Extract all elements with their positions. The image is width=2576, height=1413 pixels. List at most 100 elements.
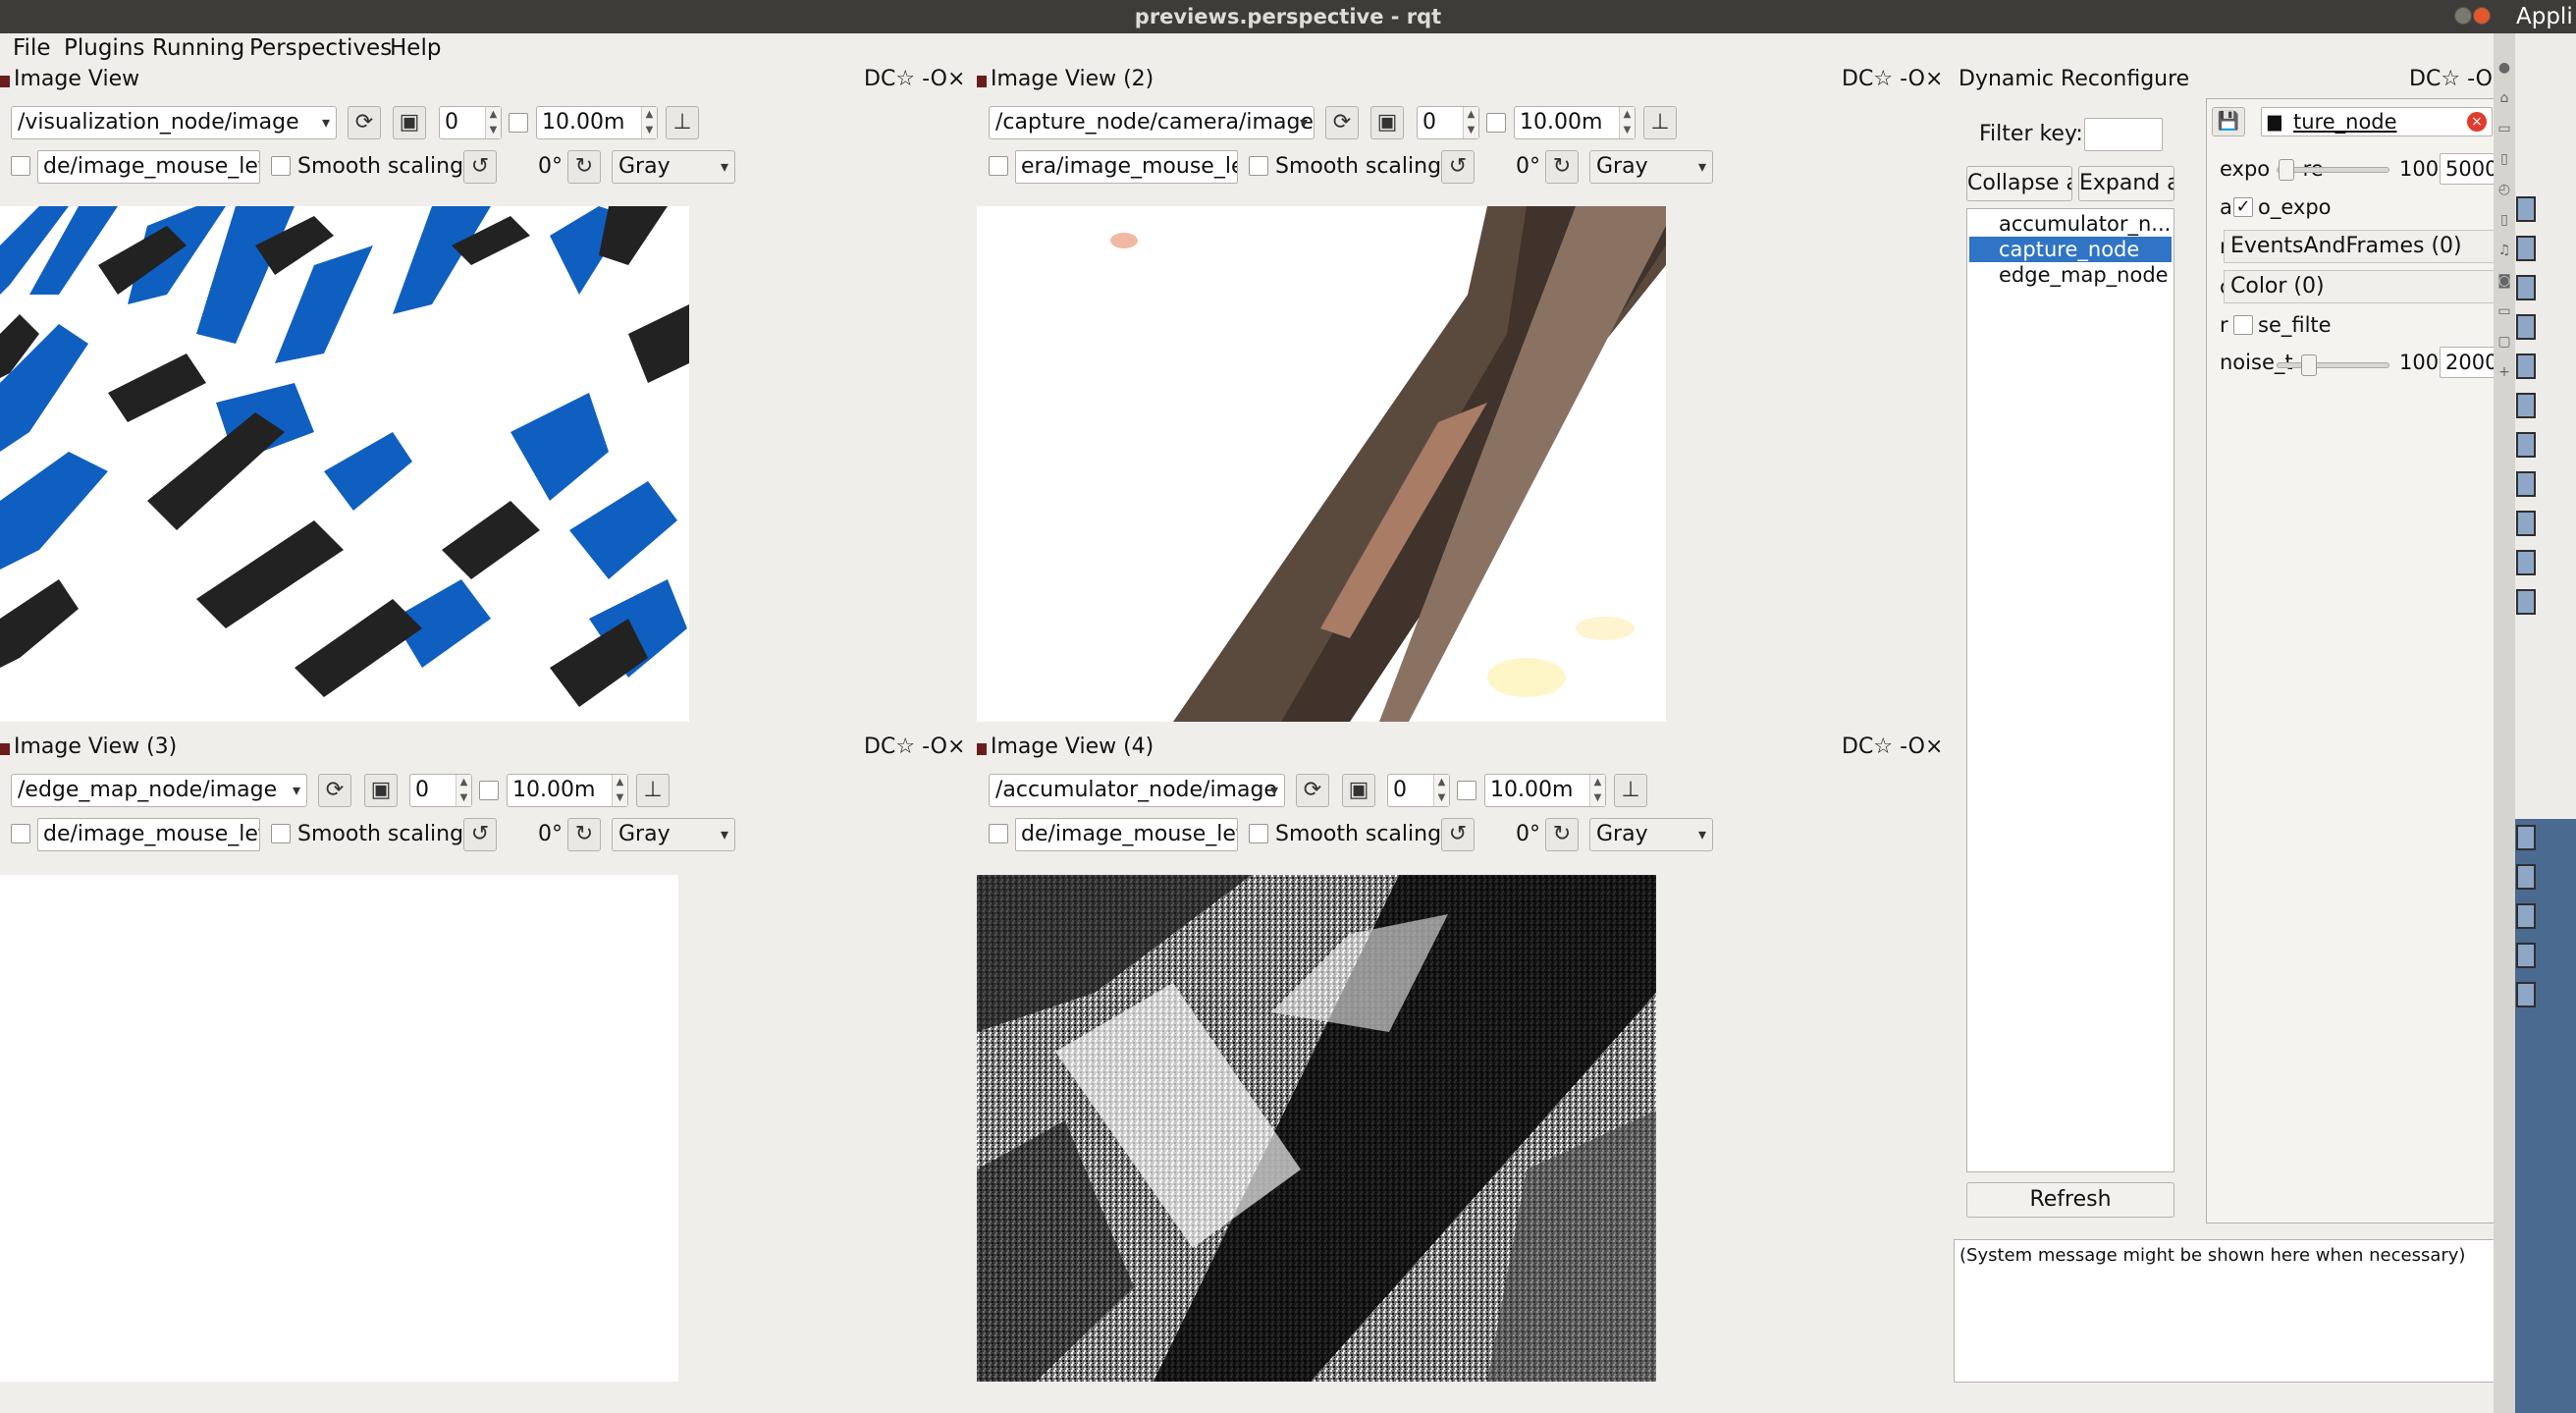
float-icon[interactable]: O [1908, 67, 1925, 91]
color-mode-dropdown[interactable]: Color (0) [2224, 270, 2496, 303]
image-view-3-timeout-spinbox[interactable]: 10.00m ▲ ▼ [507, 774, 628, 807]
plus-icon[interactable]: + [2498, 364, 2510, 380]
image-view-3-image[interactable] [0, 875, 678, 1382]
refresh-topics-icon[interactable]: ⟳ [348, 106, 381, 139]
side-window-item[interactable] [2516, 825, 2536, 850]
exposure-slider[interactable] [2277, 159, 2389, 181]
image-view-1-num-spinbox[interactable]: 0 ▲ ▼ [439, 106, 502, 139]
side-window-item[interactable] [2516, 314, 2536, 340]
menu-plugins[interactable]: Plugins [64, 33, 144, 63]
float-icon[interactable]: O [931, 67, 947, 91]
image-view-4-colormap-combo[interactable]: Gray [1589, 818, 1713, 851]
side-window-item[interactable] [2516, 943, 2536, 968]
rotate-left-icon[interactable]: ↺ [463, 150, 497, 184]
side-window-item[interactable] [2516, 511, 2536, 536]
image-view-1-mouse-checkbox[interactable] [11, 156, 30, 176]
rotate-right-icon[interactable]: ↻ [567, 818, 601, 851]
camera-icon[interactable]: ◙ [2497, 273, 2511, 289]
image-view-2-colormap-combo[interactable]: Gray [1589, 150, 1713, 184]
window-close-button[interactable] [2473, 7, 2491, 25]
float-icon[interactable]: O [2476, 67, 2493, 91]
save-image-icon[interactable]: ⊥ [1643, 106, 1677, 139]
spin-arrows-icon[interactable]: ▲ ▼ [1619, 107, 1635, 138]
music-icon[interactable]: ♫ [2498, 243, 2511, 258]
side-window-item[interactable] [2516, 903, 2536, 929]
zoom-fit-icon[interactable]: ▣ [1370, 106, 1404, 139]
menu-file[interactable]: File [13, 33, 51, 63]
image-view-3-timeout-checkbox[interactable] [479, 781, 499, 800]
close-icon[interactable]: × [1925, 67, 1943, 91]
side-window-item[interactable] [2516, 550, 2536, 575]
filter-key-input[interactable] [2084, 118, 2163, 151]
image-view-2-timeout-checkbox[interactable] [1486, 113, 1506, 133]
image-view-2-mouse-checkbox[interactable] [989, 156, 1008, 176]
float-icon[interactable]: O [1908, 734, 1925, 759]
image-view-2-image[interactable] [977, 206, 1666, 722]
minimize-icon[interactable]: - [2467, 67, 2476, 91]
exposure-slider-knob[interactable] [2279, 159, 2294, 181]
rotate-left-icon[interactable]: ↺ [1441, 150, 1475, 184]
image-view-3-colormap-combo[interactable]: Gray [612, 818, 735, 851]
save-params-icon[interactable]: 💾 [2212, 107, 2245, 136]
tree-item-accumulator[interactable]: accumulator_n... [1969, 211, 2172, 237]
image-view-3-topic-combo[interactable]: /edge_map_node/image [11, 774, 307, 807]
reload-icon[interactable]: C [1858, 67, 1873, 91]
noise-filter-checkbox[interactable] [2233, 315, 2253, 335]
reload-icon[interactable]: C [1858, 734, 1873, 759]
side-window-item[interactable] [2516, 864, 2536, 890]
events-mode-dropdown[interactable]: EventsAndFrames (0) [2224, 230, 2496, 263]
image-view-4-mouse-checkbox[interactable] [989, 824, 1008, 843]
image-view-3-mouse-topic[interactable]: de/image_mouse_left [37, 818, 260, 851]
close-icon[interactable]: × [947, 734, 965, 759]
drive-icon[interactable]: ▭ [2497, 303, 2510, 319]
spin-arrows-icon[interactable]: ▲ ▼ [1589, 775, 1605, 806]
doc2-icon[interactable]: ▯ [2500, 212, 2508, 228]
spin-arrows-icon[interactable]: ▲ ▼ [485, 107, 501, 138]
dock-d-icon[interactable]: D [1842, 67, 1858, 91]
tree-item-capture[interactable]: capture_node [1969, 237, 2172, 262]
rotate-right-icon[interactable]: ↻ [1545, 818, 1579, 851]
spin-arrows-icon[interactable]: ▲ ▼ [612, 775, 627, 806]
gear-icon[interactable]: ☆ [895, 734, 915, 759]
side-window-item[interactable] [2516, 432, 2536, 458]
image-view-4-timeout-spinbox[interactable]: 10.00m ▲ ▼ [1484, 774, 1606, 807]
image-view-1-image[interactable] [0, 206, 689, 722]
side-window-item[interactable] [2516, 393, 2536, 418]
refresh-button[interactable]: Refresh [1966, 1182, 2174, 1218]
image-view-1-timeout-spinbox[interactable]: 10.00m ▲ ▼ [536, 106, 658, 139]
spin-arrows-icon[interactable]: ▲ ▼ [1463, 107, 1478, 138]
image-view-2-timeout-spinbox[interactable]: 10.00m ▲ ▼ [1514, 106, 1636, 139]
image-view-4-timeout-checkbox[interactable] [1457, 781, 1476, 800]
noise-threshold-slider[interactable] [2277, 354, 2389, 376]
reload-icon[interactable]: C [881, 67, 895, 91]
tree-item-edge-map[interactable]: edge_map_node [1969, 262, 2172, 288]
side-window-item[interactable] [2516, 471, 2536, 497]
zoom-fit-icon[interactable]: ▣ [1342, 774, 1375, 807]
close-node-icon[interactable]: × [2467, 112, 2487, 132]
side-window-item[interactable] [2516, 236, 2536, 261]
image-view-3-num-spinbox[interactable]: 0 ▲ ▼ [409, 774, 472, 807]
menu-help[interactable]: Help [390, 33, 441, 63]
image-view-1-timeout-checkbox[interactable] [509, 113, 528, 133]
image-view-3-mouse-checkbox[interactable] [11, 824, 30, 843]
rotate-left-icon[interactable]: ↺ [1441, 818, 1475, 851]
side-window-item[interactable] [2516, 353, 2536, 379]
refresh-topics-icon[interactable]: ⟳ [1325, 106, 1359, 139]
rotate-right-icon[interactable]: ↻ [1545, 150, 1579, 184]
side-window-item[interactable] [2516, 275, 2536, 300]
menu-running[interactable]: Running [152, 33, 244, 63]
zoom-fit-icon[interactable]: ▣ [393, 106, 426, 139]
image-view-4-num-spinbox[interactable]: 0 ▲ ▼ [1387, 774, 1450, 807]
recent-icon[interactable]: ◴ [2498, 182, 2510, 197]
rotate-right-icon[interactable]: ↻ [567, 150, 601, 184]
minimize-icon[interactable]: - [1900, 67, 1908, 91]
minimize-icon[interactable]: - [922, 67, 931, 91]
save-image-icon[interactable]: ⊥ [1614, 774, 1647, 807]
gear-icon[interactable]: ☆ [1873, 734, 1893, 759]
auto-exposure-checkbox[interactable]: ✓ [2233, 197, 2253, 217]
image-view-4-image[interactable] [977, 875, 1656, 1382]
spin-arrows-icon[interactable]: ▲ ▼ [641, 107, 657, 138]
refresh-topics-icon[interactable]: ⟳ [1296, 774, 1329, 807]
dock-d-icon[interactable]: D [1842, 734, 1858, 759]
gear-icon[interactable]: ☆ [2441, 67, 2460, 91]
